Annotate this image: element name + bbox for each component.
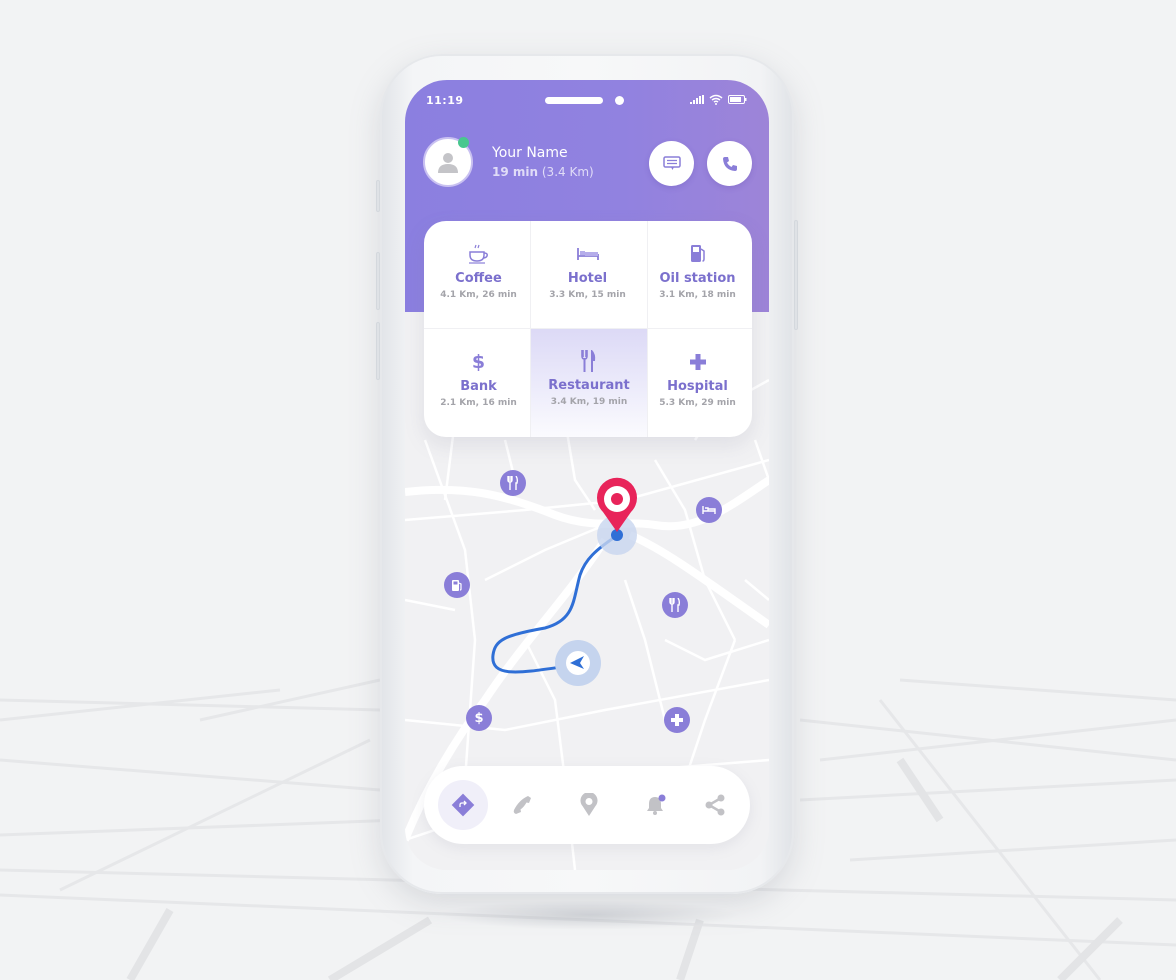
nav-call[interactable]: [498, 780, 548, 830]
phone-volume-up: [376, 252, 380, 310]
poi-label: Coffee: [455, 271, 502, 286]
wifi-icon: [709, 94, 723, 105]
poi-oil-station[interactable]: Oil station 3.1 Km, 18 min: [643, 221, 752, 329]
fork-knife-icon: [507, 476, 519, 490]
user-name: Your Name: [492, 145, 568, 161]
poi-distance: 3.1 Km, 18 min: [659, 290, 736, 300]
notification-badge: [658, 794, 666, 802]
notch-speaker: [545, 97, 603, 104]
map-marker-hotel[interactable]: [696, 497, 722, 523]
poi-label: Hospital: [667, 379, 728, 394]
cross-icon: [671, 714, 683, 726]
bell-icon: [647, 794, 666, 815]
poi-distance: 5.3 Km, 29 min: [659, 398, 736, 408]
fuel-pump-icon: [690, 245, 705, 262]
cross-icon: [689, 354, 706, 370]
dollar-icon: $: [474, 710, 484, 726]
nav-directions[interactable]: [438, 780, 488, 830]
user-eta: 19 min (3.4 Km): [492, 165, 594, 179]
poi-label: Bank: [460, 379, 497, 394]
phone-icon: [513, 796, 531, 814]
poi-distance: 3.4 Km, 19 min: [550, 397, 628, 407]
grid-divider: [530, 221, 531, 437]
signal-icon: [690, 95, 704, 104]
map-marker-restaurant[interactable]: [500, 470, 526, 496]
poi-restaurant[interactable]: Restaurant 3.4 Km, 19 min: [530, 328, 648, 437]
phone-power-button: [794, 220, 798, 330]
notch-camera: [615, 96, 624, 105]
map-marker-oil-station[interactable]: [444, 572, 470, 598]
poi-distance: 2.1 Km, 16 min: [440, 398, 517, 408]
map-marker-hospital[interactable]: [664, 707, 690, 733]
poi-hospital[interactable]: Hospital 5.3 Km, 29 min: [643, 329, 752, 437]
phone-silent-switch: [376, 180, 380, 212]
fork-knife-icon: [581, 350, 596, 372]
message-icon: [662, 155, 681, 170]
grid-divider: [424, 328, 752, 329]
poi-bank[interactable]: $ Bank 2.1 Km, 16 min: [424, 329, 533, 437]
phone-volume-down: [376, 322, 380, 380]
fork-knife-icon: [669, 598, 681, 612]
grid-divider: [647, 221, 648, 437]
map-marker-restaurant[interactable]: [662, 592, 688, 618]
nav-share[interactable]: [690, 780, 740, 830]
poi-category-grid: Coffee 4.1 Km, 26 min Hotel 3.3 Km, 15 m…: [424, 221, 752, 437]
location-pin-icon: [580, 793, 598, 816]
share-icon: [705, 794, 725, 816]
nav-location[interactable]: [564, 780, 614, 830]
status-icons: [690, 94, 747, 105]
user-icon: [438, 153, 458, 173]
eta-time: 19 min: [492, 165, 539, 179]
hotel-bed-icon: [702, 506, 716, 514]
battery-icon: [728, 95, 747, 104]
poi-distance: 3.3 Km, 15 min: [549, 290, 626, 300]
online-status-dot: [458, 137, 469, 148]
eta-distance: (3.4 Km): [541, 165, 594, 179]
dollar-icon: $: [471, 351, 486, 373]
poi-coffee[interactable]: Coffee 4.1 Km, 26 min: [424, 221, 533, 329]
phone-shadow: [440, 900, 740, 930]
poi-label: Restaurant: [548, 378, 630, 393]
map-marker-bank[interactable]: $: [466, 705, 492, 731]
hotel-bed-icon: [576, 248, 599, 260]
nav-notifications[interactable]: [631, 780, 681, 830]
poi-label: Oil station: [659, 271, 736, 286]
directions-icon: [451, 793, 475, 817]
phone-icon: [722, 156, 737, 171]
poi-hotel[interactable]: Hotel 3.3 Km, 15 min: [533, 221, 642, 329]
message-button[interactable]: [649, 141, 694, 186]
phone-screen: $ 11:19 Your Name 19 min (3.4 Km) Coffee…: [405, 80, 769, 870]
call-button[interactable]: [707, 141, 752, 186]
poi-distance: 4.1 Km, 26 min: [440, 290, 517, 300]
coffee-icon: [468, 244, 488, 264]
bottom-navigation: [424, 766, 750, 844]
poi-label: Hotel: [567, 271, 608, 286]
fuel-pump-icon: [452, 579, 462, 591]
status-time: 11:19: [426, 94, 464, 107]
